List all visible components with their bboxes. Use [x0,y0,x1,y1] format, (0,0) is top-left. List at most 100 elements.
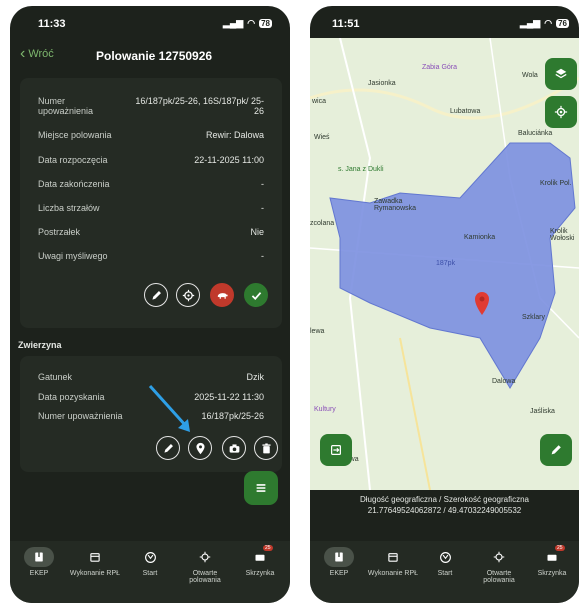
map-label: Dalowa [492,378,516,385]
tab-label: Start [142,570,158,577]
tab-start[interactable]: Start [123,547,177,577]
tab-start[interactable]: Start [418,547,472,577]
tab-wykonanie[interactable]: Wykonanie RPŁ [366,547,420,577]
wifi-icon: ◠ [247,18,256,28]
back-label: Wróć [28,48,54,60]
tab-wykonanie[interactable]: Wykonanie RPŁ [68,547,122,577]
pencil-icon [551,445,561,455]
map-label: Kamionka [464,234,496,241]
menu-fab[interactable] [244,471,278,505]
bottom-tab-bar: EKEP Wykonanie RPŁ Start Otwarte polowan… [310,541,579,603]
game-row-species: Gatunek Dzik [38,372,264,382]
signal-icon: ▂▄▆ [223,18,244,28]
add-game-button[interactable] [210,283,234,307]
map-label: Szklary [522,314,545,321]
info-row-notes: Uwagi myśliwego - [38,251,264,261]
locate-hunt-button[interactable] [176,283,200,307]
info-label: Liczba strzałów [38,203,100,213]
tab-label: Skrzynka [245,570,275,577]
book-icon [324,547,354,567]
map-label: wica [312,98,327,105]
crosshair-icon [472,547,526,567]
tab-otwarte[interactable]: Otwarte polowania [178,547,232,584]
delete-game-button[interactable] [254,436,278,460]
map-label: s. Jana z Dukli [338,166,384,173]
map-label: Zabia Góra [422,64,458,71]
tab-label: Otwarte polowania [189,570,221,584]
info-row-authorization: Numer upoważnienia 16/187pk/25-26, 16S/1… [38,96,264,116]
info-value: 16/187pk/25-26, 16S/187pk/ 25-26 [135,96,264,116]
tab-label: Skrzynka [537,570,567,577]
wifi-icon: ◠ [544,18,553,28]
tab-ekep[interactable]: EKEP [312,547,366,577]
edit-game-button[interactable] [156,436,180,460]
map-view[interactable]: Zabia Góra Jasionka Lubatowa Wola Baluci… [310,38,579,490]
tab-skrzynka[interactable]: 25 Skrzynka [525,545,579,577]
notification-badge: 25 [555,545,565,551]
deer-icon [123,547,177,567]
map-label: zcolana [310,220,335,227]
back-button[interactable]: ‹ Wróć [20,45,54,62]
pencil-icon [151,290,161,300]
bottom-tab-bar: EKEP Wykonanie RPŁ Start Otwarte polowan… [10,541,290,603]
status-bar: 11:51 ▂▄▆ ◠ 76 [310,6,579,38]
game-photo-button[interactable] [222,436,246,460]
tab-label: Wykonanie RPŁ [367,570,419,577]
info-row-location: Miejsce polowania Rewir: Dalowa [38,130,264,140]
info-value: 22-11-2025 11:00 [194,155,264,165]
game-card: Gatunek Dzik Data pozyskania 2025-11-22 … [20,356,282,472]
info-value: - [261,179,264,189]
info-label: Data rozpoczęcia [38,155,108,165]
map-label: Baluciánka [518,130,553,137]
info-label: Miejsce polowania [38,130,112,140]
mailbox-icon: 25 [525,545,579,567]
checkmark-icon [251,291,261,300]
tab-ekep[interactable]: EKEP [12,547,66,577]
signal-icon: ▂▄▆ [520,18,541,28]
info-label: Uwagi myśliwego [38,251,108,261]
calendar-icon [68,547,122,567]
nav-bar: ‹ Wróć Polowanie 12750926 [10,42,290,70]
status-bar: 11:33 ▂▄▆ ◠ 78 [10,6,290,38]
tab-label: Otwarte polowania [483,570,515,584]
info-value: - [261,203,264,213]
tab-otwarte[interactable]: Otwarte polowania [472,547,526,584]
edit-hunt-button[interactable] [144,283,168,307]
tab-label: EKEP [329,570,349,577]
page-title: Polowanie 12750926 [96,49,213,63]
edit-location-button[interactable] [540,434,572,466]
game-value: 2025-11-22 11:30 [194,392,264,402]
menu-icon [256,484,266,492]
battery-icon: 78 [259,19,272,28]
info-row-shots: Liczba strzałów - [38,203,264,213]
game-value: 16/187pk/25-26 [201,411,264,421]
game-label: Gatunek [38,372,73,382]
game-location-button[interactable] [188,436,212,460]
coordinates-value: 21.77649524062872 / 49.47032249005532 [367,506,522,515]
game-value: Dzik [246,372,265,382]
trash-icon [261,442,271,453]
chevron-left-icon: ‹ [20,45,26,62]
map-label: Krolik Pol. [540,180,572,187]
map-label: Krolik Wołoski [550,228,575,242]
map-label: Wieś [314,134,330,141]
finish-hunt-button[interactable] [244,283,268,307]
info-value: Nie [250,227,264,237]
info-row-wounded: Postrzałek Nie [38,227,264,237]
my-location-button[interactable] [545,96,577,128]
layers-button[interactable] [545,58,577,90]
map-pin-icon [195,442,205,454]
status-time: 11:51 [332,18,360,30]
game-location-pin-icon [475,292,489,315]
coordinates-title: Długość geograficzna / Szerokość geograf… [360,495,529,504]
notification-badge: 25 [263,545,273,551]
info-label: Data zakończenia [38,179,110,189]
tab-label: Wykonanie RPŁ [69,570,121,577]
tab-skrzynka[interactable]: 25 Skrzynka [233,545,287,577]
info-row-end: Data zakończenia - [38,179,264,189]
game-section-title: Zwierzyna [18,340,62,350]
enter-map-button[interactable] [320,434,352,466]
map-label: Jaśliska [530,408,555,415]
crosshair-icon [182,289,194,301]
crosshair-icon [178,547,232,567]
